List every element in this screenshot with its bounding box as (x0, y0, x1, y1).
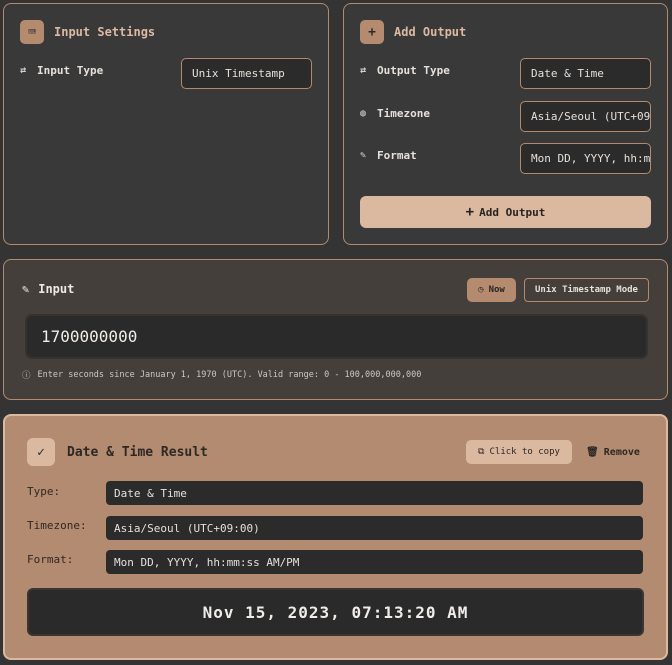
add-output-panel: + Add Output ⇄ Output Type Date & Time ◍ Ti… (343, 3, 668, 245)
copy-icon: ⧉ (478, 447, 485, 457)
input-type-select[interactable]: Unix Timestamp (181, 58, 312, 89)
button-label: Unix Timestamp Mode (535, 285, 638, 295)
button-label: Add Output (479, 205, 546, 219)
timezone-label: Timezone: (27, 519, 87, 532)
input-value: 1700000000 (41, 327, 138, 346)
result-card: ✓ Date & Time Result ⧉ Click to copy 🗑 Remo… (3, 414, 668, 660)
info-icon: ⓘ (22, 371, 31, 381)
panel-title: Input Settings (54, 25, 156, 39)
remove-button[interactable]: 🗑 Remove (583, 440, 643, 464)
input-panel: ✎ Input ◷ Now Unix Timestamp Mode 17000000… (3, 259, 668, 400)
field-value: Asia/Seoul (UTC+09:00) (114, 521, 260, 535)
timezone-label: Timezone (377, 107, 430, 120)
timezone-select[interactable]: Asia/Seoul (UTC+09:00) (520, 101, 651, 132)
type-label: Type: (27, 485, 61, 498)
field-value: Date & Time (114, 486, 187, 500)
keyboard-icon: ⌨ (20, 20, 44, 44)
input-settings-panel: ⌨ Input Settings ⇄ Input Type Unix Timesta… (3, 3, 329, 245)
selected-value: Date & Time (531, 67, 604, 80)
selected-value: Asia/Seoul (UTC+09:00) (531, 110, 651, 123)
trash-icon: 🗑 (586, 446, 599, 458)
output-type-label: Output Type (377, 64, 450, 77)
copy-button[interactable]: ⧉ Click to copy (466, 440, 572, 464)
button-label: Now (488, 285, 505, 295)
timezone-value: Asia/Seoul (UTC+09:00) (106, 516, 643, 540)
button-label: Remove (603, 446, 640, 458)
selected-value: Mon DD, YYYY, hh:mm:ss AM/PM (531, 152, 651, 165)
type-value: Date & Time (106, 481, 643, 505)
clock-icon: ◷ (478, 285, 484, 295)
plus-icon: + (465, 204, 475, 220)
panel-title: Input (38, 282, 75, 296)
panel-title: Add Output (394, 25, 467, 39)
field-value: Mon DD, YYYY, hh:mm:ss AM/PM (114, 555, 300, 569)
format-label: Format (377, 149, 417, 162)
mode-button[interactable]: Unix Timestamp Mode (524, 278, 649, 302)
format-select[interactable]: Mon DD, YYYY, hh:mm:ss AM/PM (520, 143, 651, 174)
card-title: Date & Time Result (67, 444, 208, 460)
button-label: Click to copy (489, 447, 560, 457)
output-type-select[interactable]: Date & Time (520, 58, 651, 89)
swap-icon: ⇄ (20, 65, 27, 76)
now-button[interactable]: ◷ Now (467, 278, 516, 302)
output-text: Nov 15, 2023, 07:13:20 AM (202, 602, 469, 622)
brush-icon: ✎ (360, 150, 367, 161)
double-check-icon: ✓ (27, 438, 55, 466)
format-value: Mon DD, YYYY, hh:mm:ss AM/PM (106, 550, 643, 574)
selected-value: Unix Timestamp (192, 67, 285, 80)
globe-icon: ◍ (360, 108, 367, 119)
hint-text: Enter seconds since January 1, 1970 (UTC… (37, 370, 422, 380)
add-output-button[interactable]: + Add Output (360, 196, 651, 228)
result-output[interactable]: Nov 15, 2023, 07:13:20 AM (27, 588, 644, 636)
swap-icon: ⇄ (360, 65, 367, 76)
format-label: Format: (27, 553, 74, 566)
timestamp-input[interactable]: 1700000000 (25, 314, 648, 359)
input-type-label: Input Type (37, 64, 104, 77)
plus-icon: + (360, 20, 384, 44)
edit-icon: ✎ (22, 282, 30, 296)
